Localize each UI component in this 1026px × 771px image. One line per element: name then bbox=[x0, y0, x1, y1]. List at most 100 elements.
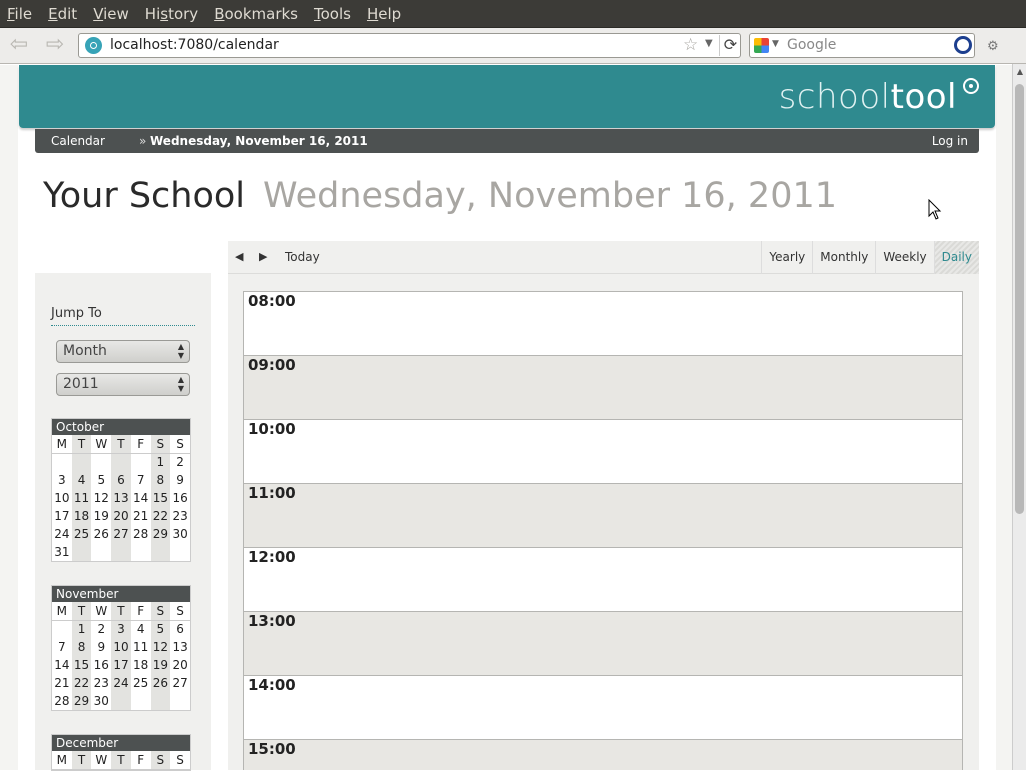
day-cell[interactable]: 22 bbox=[71, 674, 92, 692]
hour-slot[interactable]: 08:00 bbox=[244, 292, 962, 356]
day-cell[interactable]: 31 bbox=[52, 543, 72, 561]
day-cell[interactable]: 26 bbox=[150, 674, 171, 692]
day-cell[interactable]: 5 bbox=[150, 620, 171, 638]
day-cell[interactable]: 25 bbox=[131, 674, 151, 692]
hour-slot[interactable]: 12:00 bbox=[244, 548, 962, 612]
menu-view[interactable]: View bbox=[85, 0, 137, 28]
view-tab-yearly[interactable]: Yearly bbox=[761, 241, 812, 274]
day-cell[interactable]: 21 bbox=[131, 507, 151, 525]
day-cell[interactable]: 2 bbox=[170, 453, 190, 471]
year-select[interactable]: 2011 ▲ ▼ bbox=[56, 373, 190, 396]
day-cell[interactable]: 8 bbox=[150, 471, 171, 489]
hour-slot[interactable]: 15:00 bbox=[244, 740, 962, 770]
menu-edit[interactable]: Edit bbox=[40, 0, 85, 28]
day-cell[interactable]: 17 bbox=[111, 656, 131, 674]
day-cell[interactable]: 6 bbox=[111, 471, 131, 489]
url-bar[interactable]: localhost:7080/calendar ☆ ▼ ⟳ bbox=[78, 33, 741, 58]
day-cell[interactable]: 15 bbox=[71, 656, 92, 674]
site-identity-icon[interactable] bbox=[85, 37, 102, 54]
day-cell[interactable]: 28 bbox=[52, 692, 72, 710]
day-cell[interactable]: 4 bbox=[131, 620, 151, 638]
bookmark-star-icon[interactable]: ☆ bbox=[683, 35, 698, 55]
day-cell[interactable]: 16 bbox=[91, 656, 111, 674]
day-cell[interactable]: 24 bbox=[111, 674, 131, 692]
mini-calendar-month-name[interactable]: November bbox=[52, 586, 190, 602]
day-cell[interactable]: 3 bbox=[52, 471, 72, 489]
day-cell[interactable]: 19 bbox=[150, 656, 171, 674]
day-cell[interactable]: 14 bbox=[131, 489, 151, 507]
vertical-scrollbar[interactable]: ▲ bbox=[1012, 64, 1026, 770]
day-cell[interactable]: 24 bbox=[52, 525, 72, 543]
day-cell[interactable]: 10 bbox=[52, 489, 72, 507]
day-cell[interactable]: 13 bbox=[111, 489, 131, 507]
menu-history[interactable]: History bbox=[137, 0, 206, 28]
day-cell[interactable]: 11 bbox=[131, 638, 151, 656]
day-cell[interactable]: 6 bbox=[170, 620, 190, 638]
day-cell[interactable]: 27 bbox=[170, 674, 190, 692]
search-icon[interactable] bbox=[954, 36, 972, 54]
day-cell[interactable]: 22 bbox=[150, 507, 171, 525]
day-cell[interactable]: 25 bbox=[71, 525, 92, 543]
menu-help[interactable]: Help bbox=[359, 0, 409, 28]
next-day-button[interactable]: ▶ bbox=[259, 241, 267, 274]
day-cell[interactable]: 7 bbox=[131, 471, 151, 489]
mini-calendar-month-name[interactable]: December bbox=[52, 735, 190, 751]
back-button[interactable]: ⇦ bbox=[6, 34, 32, 58]
day-cell[interactable]: 21 bbox=[52, 674, 72, 692]
day-cell[interactable]: 26 bbox=[91, 525, 111, 543]
forward-button[interactable]: ⇨ bbox=[42, 34, 68, 58]
day-cell[interactable]: 11 bbox=[71, 489, 92, 507]
day-cell[interactable]: 29 bbox=[150, 525, 171, 543]
reload-icon[interactable]: ⟳ bbox=[719, 35, 741, 56]
view-tab-daily[interactable]: Daily bbox=[933, 241, 979, 274]
day-cell[interactable]: 1 bbox=[150, 453, 171, 471]
day-cell[interactable]: 29 bbox=[71, 692, 92, 710]
day-cell[interactable]: 9 bbox=[91, 638, 111, 656]
day-cell[interactable]: 1 bbox=[71, 620, 92, 638]
day-cell[interactable]: 23 bbox=[170, 507, 190, 525]
day-cell[interactable]: 17 bbox=[52, 507, 72, 525]
addon-icon[interactable]: ⚙ bbox=[987, 39, 999, 54]
search-bar[interactable]: ▼ Google bbox=[749, 33, 975, 58]
hour-slot[interactable]: 13:00 bbox=[244, 612, 962, 676]
day-cell[interactable]: 4 bbox=[71, 471, 92, 489]
day-cell[interactable]: 9 bbox=[170, 471, 190, 489]
hour-slot[interactable]: 14:00 bbox=[244, 676, 962, 740]
day-cell[interactable]: 20 bbox=[170, 656, 190, 674]
day-cell[interactable]: 12 bbox=[150, 638, 171, 656]
day-cell[interactable]: 18 bbox=[131, 656, 151, 674]
day-cell[interactable]: 8 bbox=[71, 638, 92, 656]
hour-slot[interactable]: 10:00 bbox=[244, 420, 962, 484]
day-cell[interactable]: 10 bbox=[111, 638, 131, 656]
day-cell[interactable]: 30 bbox=[170, 525, 190, 543]
day-cell[interactable]: 7 bbox=[52, 638, 72, 656]
mini-calendar-month-name[interactable]: October bbox=[52, 419, 190, 435]
day-cell[interactable]: 20 bbox=[111, 507, 131, 525]
day-cell[interactable]: 16 bbox=[170, 489, 190, 507]
day-cell[interactable]: 15 bbox=[150, 489, 171, 507]
day-cell[interactable]: 30 bbox=[91, 692, 111, 710]
google-engine-icon[interactable] bbox=[754, 38, 769, 53]
view-tab-monthly[interactable]: Monthly bbox=[812, 241, 875, 274]
day-cell[interactable]: 2 bbox=[91, 620, 111, 638]
day-cell[interactable]: 28 bbox=[131, 525, 151, 543]
day-cell[interactable]: 12 bbox=[91, 489, 111, 507]
day-cell[interactable]: 27 bbox=[111, 525, 131, 543]
day-cell[interactable]: 18 bbox=[71, 507, 92, 525]
hour-slot[interactable]: 11:00 bbox=[244, 484, 962, 548]
url-history-dropdown-icon[interactable]: ▼ bbox=[705, 38, 713, 49]
menu-tools[interactable]: Tools bbox=[306, 0, 359, 28]
day-cell[interactable]: 23 bbox=[91, 674, 111, 692]
engine-dropdown-icon[interactable]: ▼ bbox=[772, 39, 779, 49]
view-tab-weekly[interactable]: Weekly bbox=[875, 241, 933, 274]
breadcrumb-calendar-link[interactable]: Calendar bbox=[51, 129, 105, 153]
previous-day-button[interactable]: ◀ bbox=[235, 241, 243, 274]
day-cell[interactable]: 5 bbox=[91, 471, 111, 489]
hour-slot[interactable]: 09:00 bbox=[244, 356, 962, 420]
scroll-up-arrow-icon[interactable]: ▲ bbox=[1014, 64, 1026, 80]
scroll-thumb[interactable] bbox=[1015, 84, 1024, 514]
menu-file[interactable]: File bbox=[0, 0, 40, 28]
login-link[interactable]: Log in bbox=[932, 129, 968, 153]
month-select[interactable]: Month ▲ ▼ bbox=[56, 340, 190, 363]
day-cell[interactable]: 14 bbox=[52, 656, 72, 674]
